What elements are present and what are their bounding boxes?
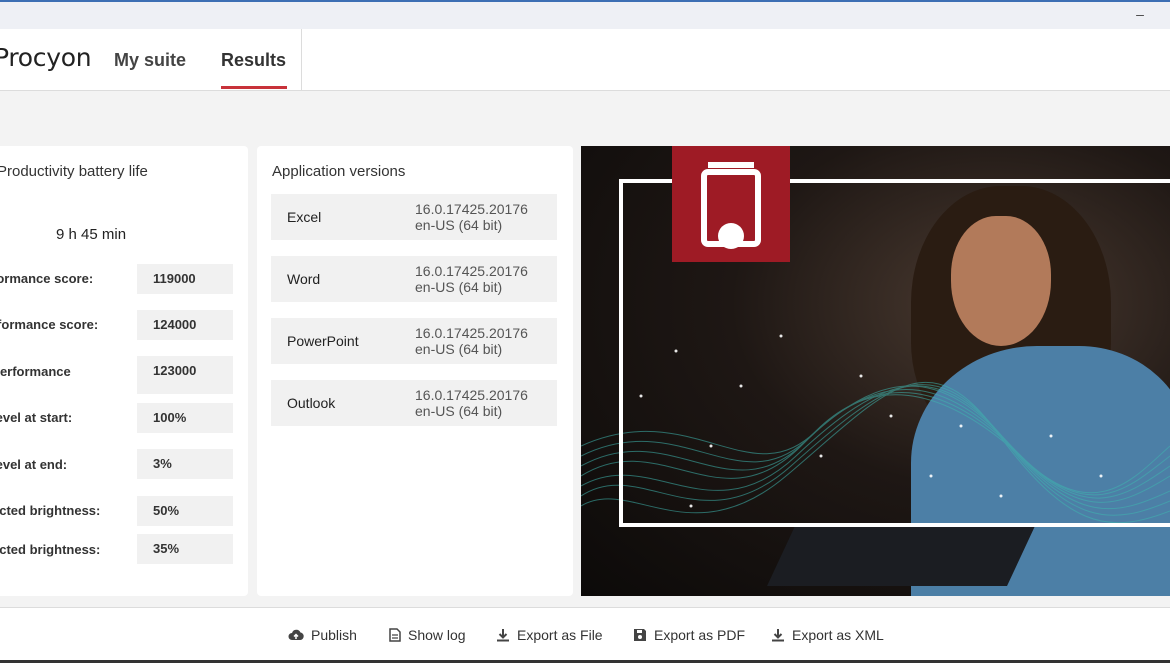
top-navigation: Procyon My suite Results <box>0 29 1170 91</box>
metric-value: 35% <box>137 534 233 564</box>
nav-divider <box>301 29 302 91</box>
app-brand: Procyon <box>0 43 92 72</box>
metric-value: 100% <box>137 403 233 433</box>
download-icon <box>772 629 784 642</box>
metric-label: ected brightness: <box>0 503 101 518</box>
app-version-row: Excel 16.0.17425.20176 en-US (64 bit) <box>271 194 557 240</box>
app-version: 16.0.17425.20176 en-US (64 bit) <box>415 263 528 295</box>
battery-duration: 9 h 45 min <box>56 226 127 243</box>
metric-label: rformance score: <box>0 317 99 332</box>
application-versions-title: Application versions <box>272 163 406 180</box>
active-tab-indicator <box>221 86 287 89</box>
metric-label: formance score: <box>0 271 94 286</box>
metric-label: performance <box>0 364 71 379</box>
show-log-button[interactable]: Show log <box>389 627 466 643</box>
app-name: PowerPoint <box>287 333 359 349</box>
app-version: 16.0.17425.20176 en-US (64 bit) <box>415 387 528 419</box>
metric-label: level at end: <box>0 457 68 472</box>
metric-value: 124000 <box>137 310 233 340</box>
app-version-row: PowerPoint 16.0.17425.20176 en-US (64 bit… <box>271 318 557 364</box>
metric-value: 3% <box>137 449 233 479</box>
minimize-button[interactable]: – <box>1132 6 1148 24</box>
export-xml-button[interactable]: Export as XML <box>771 627 884 643</box>
app-version-row: Word 16.0.17425.20176 en-US (64 bit) <box>271 256 557 302</box>
export-file-button[interactable]: Export as File <box>496 627 603 643</box>
battery-life-title: Productivity battery life <box>0 163 148 180</box>
app-version: 16.0.17425.20176 en-US (64 bit) <box>415 201 528 233</box>
metric-value: 123000 <box>137 356 233 394</box>
metric-value: 119000 <box>137 264 233 294</box>
tab-my-suite[interactable]: My suite <box>114 50 186 71</box>
metric-value: 50% <box>137 496 233 526</box>
hero-image <box>581 146 1170 596</box>
app-name: Word <box>287 271 321 287</box>
metric-label: ected brightness: <box>0 542 101 557</box>
document-icon <box>389 628 401 642</box>
hero-badge <box>672 146 790 262</box>
metric-label: level at start: <box>0 410 73 425</box>
window-titlebar: – <box>0 2 1170 29</box>
battery-life-card: Productivity battery life 9 h 45 min for… <box>0 146 248 596</box>
app-version: 16.0.17425.20176 en-US (64 bit) <box>415 325 528 357</box>
app-version-row: Outlook 16.0.17425.20176 en-US (64 bit) <box>271 380 557 426</box>
bottom-action-bar: Publish Show log Export as File Export a… <box>0 607 1170 663</box>
download-icon <box>497 629 509 642</box>
battery-icon <box>701 162 761 249</box>
tab-results[interactable]: Results <box>221 50 286 71</box>
publish-button[interactable]: Publish <box>288 627 357 643</box>
app-name: Excel <box>287 209 322 225</box>
save-icon <box>634 629 646 641</box>
application-versions-card: Application versions Excel 16.0.17425.20… <box>257 146 573 596</box>
app-name: Outlook <box>287 395 336 411</box>
cloud-upload-icon <box>288 629 304 640</box>
export-pdf-button[interactable]: Export as PDF <box>633 627 745 643</box>
